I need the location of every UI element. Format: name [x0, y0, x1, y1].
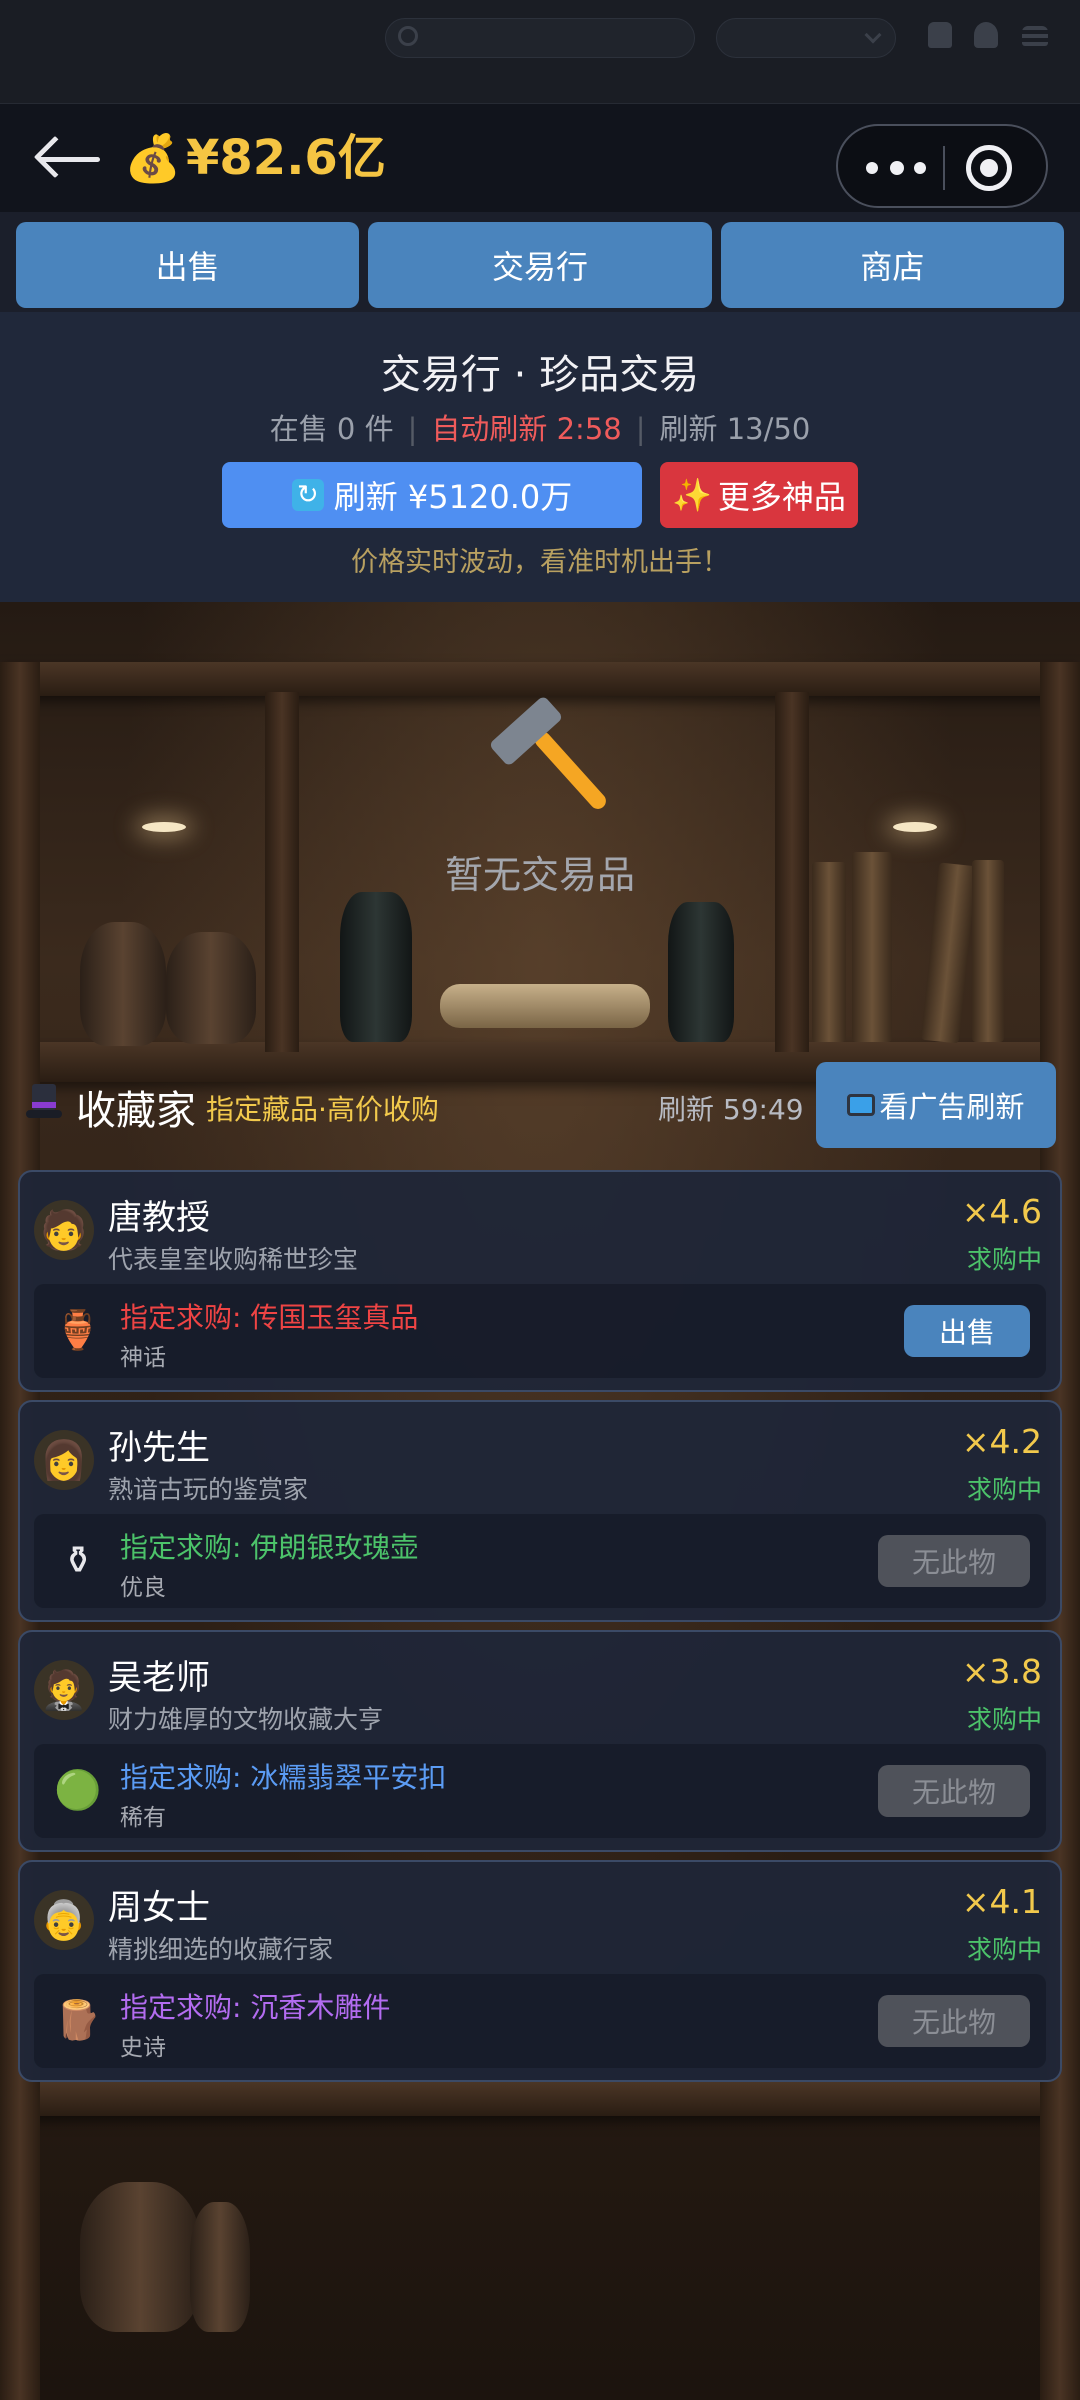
top-hat-icon [26, 1084, 62, 1120]
collector-name: 唐教授 [108, 1198, 210, 1238]
price-multiplier: ×4.2 [961, 1422, 1042, 1461]
item-icon: 🪵 [54, 1997, 102, 2042]
collectors-subtitle: 指定藏品·高价收购 [206, 1093, 439, 1126]
item-rarity: 优良 [120, 1575, 166, 1601]
item-rarity: 史诗 [120, 2035, 166, 2061]
on-sale-count: 在售 0 件 [269, 412, 394, 446]
status-badge: 求购中 [966, 1245, 1042, 1274]
sparkle-icon: ✨ [672, 476, 712, 514]
sell-button[interactable]: 出售 [904, 1305, 1030, 1357]
avatar: 👵 [34, 1890, 94, 1950]
collector-card: 👩 孙先生 熟谙古玩的鉴赏家 ×4.2 求购中 ⚱ 指定求购: 伊朗银玫瑰壶 优… [18, 1400, 1062, 1622]
avatar: 🧑 [34, 1200, 94, 1260]
price-hint: 价格实时波动，看准时机出手！ [351, 547, 729, 578]
tab-trading-house[interactable]: 交易行 [368, 222, 712, 308]
requested-item: 指定求购: 传国玉玺真品 [120, 1301, 419, 1334]
money-bag-icon: 💰 [124, 131, 182, 185]
market-stats: 在售 0 件 | 自动刷新 2:58 | 刷新 13/50 [269, 412, 811, 446]
collectors-refresh-timer: 刷新 59:49 [658, 1093, 804, 1126]
empty-state: 暂无交易品 [0, 695, 1080, 899]
page-title: 交易行 · 珍品交易 [380, 352, 700, 398]
menu-icon[interactable] [1022, 26, 1048, 46]
collector-description: 精挑细选的收藏行家 [108, 1935, 334, 1964]
close-miniprogram-icon[interactable] [966, 145, 1012, 191]
status-badge: 求购中 [966, 1475, 1042, 1504]
no-item-button[interactable]: 无此物 [878, 1995, 1030, 2047]
item-icon: ⚱ [62, 1538, 94, 1582]
collectors-header: 收藏家 指定藏品·高价收购 刷新 59:49 看广告刷新 [0, 1060, 1080, 1150]
collectors-title: 收藏家 [76, 1088, 196, 1134]
browser-toolbar [0, 0, 1080, 104]
tab-bar: 出售 交易行 商店 [16, 222, 1064, 308]
app-header: 💰 ¥82.6亿 [0, 104, 1080, 212]
status-badge: 求购中 [966, 1705, 1042, 1734]
requested-item: 指定求购: 冰糯翡翠平安扣 [120, 1761, 447, 1794]
collector-description: 代表皇室收购稀世珍宝 [108, 1245, 359, 1274]
item-rarity: 神话 [120, 1345, 166, 1371]
mini-program-capsule [836, 124, 1048, 208]
request-row: 🪵 指定求购: 沉香木雕件 史诗 无此物 [34, 1974, 1046, 2068]
empty-state-text: 暂无交易品 [444, 853, 635, 897]
auto-refresh-timer: 自动刷新 2:58 [431, 412, 622, 446]
tv-icon [847, 1094, 876, 1116]
price-multiplier: ×4.1 [961, 1882, 1042, 1921]
money-balance: ¥82.6亿 [186, 130, 386, 186]
collector-name: 吴老师 [108, 1658, 210, 1698]
collector-description: 财力雄厚的文物收藏大亨 [108, 1705, 384, 1734]
collector-card: 🧑 唐教授 代表皇室收购稀世珍宝 ×4.6 求购中 🏺 指定求购: 传国玉玺真品… [18, 1170, 1062, 1392]
back-arrow-icon[interactable] [33, 134, 104, 184]
item-icon: 🏺 [54, 1307, 102, 1352]
more-options-icon[interactable] [866, 160, 926, 176]
tab-sell[interactable]: 出售 [16, 222, 360, 308]
more-treasures-button[interactable]: ✨ 更多神品 [660, 462, 858, 528]
refresh-count: 刷新 13/50 [659, 412, 811, 446]
browser-select[interactable] [716, 18, 896, 58]
collector-description: 熟谙古玩的鉴赏家 [108, 1475, 309, 1504]
collector-card: 👵 周女士 精挑细选的收藏行家 ×4.1 求购中 🪵 指定求购: 沉香木雕件 史… [18, 1860, 1062, 2082]
price-multiplier: ×4.6 [961, 1192, 1042, 1231]
requested-item: 指定求购: 伊朗银玫瑰壶 [120, 1531, 419, 1564]
refresh-icon: ↻ [291, 479, 324, 511]
collector-name: 周女士 [108, 1888, 210, 1928]
user-icon[interactable] [974, 22, 998, 48]
avatar: 👩 [34, 1430, 94, 1490]
chevron-down-icon [864, 26, 882, 44]
browser-search-field[interactable] [385, 18, 695, 58]
more-treasures-label: 更多神品 [717, 478, 846, 516]
refresh-button-label: 刷新 ¥5120.0万 [333, 478, 573, 516]
bell-icon[interactable] [928, 22, 952, 48]
item-rarity: 稀有 [120, 1805, 166, 1831]
requested-item: 指定求购: 沉香木雕件 [120, 1991, 391, 2024]
search-icon [398, 26, 418, 46]
no-item-button[interactable]: 无此物 [878, 1535, 1030, 1587]
no-item-button[interactable]: 无此物 [878, 1765, 1030, 1817]
tab-shop[interactable]: 商店 [720, 222, 1064, 308]
collector-card: 🤵 吴老师 财力雄厚的文物收藏大亨 ×3.8 求购中 🟢 指定求购: 冰糯翡翠平… [18, 1630, 1062, 1852]
collector-name: 孙先生 [108, 1428, 210, 1468]
watch-ad-refresh-button[interactable]: 看广告刷新 [816, 1062, 1056, 1148]
avatar: 🤵 [34, 1660, 94, 1720]
status-badge: 求购中 [966, 1935, 1042, 1964]
market-info-panel: 交易行 · 珍品交易 在售 0 件 | 自动刷新 2:58 | 刷新 13/50 ↻ 刷… [0, 312, 1080, 602]
price-multiplier: ×3.8 [961, 1652, 1042, 1691]
item-icon: 🟢 [54, 1767, 102, 1812]
request-row: 🏺 指定求购: 传国玉玺真品 神话 出售 [34, 1284, 1046, 1378]
watch-ad-label: 看广告刷新 [879, 1090, 1025, 1124]
refresh-button[interactable]: ↻ 刷新 ¥5120.0万 [222, 462, 642, 528]
request-row: 🟢 指定求购: 冰糯翡翠平安扣 稀有 无此物 [34, 1744, 1046, 1838]
hammer-icon [485, 695, 610, 820]
request-row: ⚱ 指定求购: 伊朗银玫瑰壶 优良 无此物 [34, 1514, 1046, 1608]
